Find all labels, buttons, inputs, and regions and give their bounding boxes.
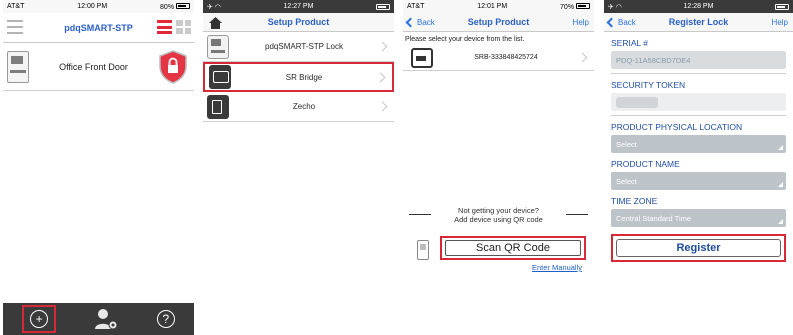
help-button[interactable]: Help	[772, 13, 788, 31]
chevron-right-icon	[375, 72, 386, 82]
status-bar: AT&T 12:01 PM 70%	[403, 0, 594, 13]
product-row-sr-bridge[interactable]: SR Bridge	[203, 62, 394, 92]
back-button[interactable]: Back	[606, 13, 636, 31]
battery-icon	[176, 2, 190, 9]
token-label: SECURITY TOKEN	[611, 80, 686, 90]
add-device-button[interactable]: +	[22, 305, 57, 333]
nav-bar: Setup Product	[203, 13, 394, 32]
device-name: Office Front Door	[59, 61, 128, 72]
chevron-left-icon	[606, 17, 617, 27]
tab-bar: + ?	[3, 303, 194, 335]
zecho-icon	[207, 94, 229, 119]
nav-bar: Back Register Lock Help	[604, 13, 793, 32]
home-icon[interactable]	[209, 17, 222, 29]
battery-icon	[576, 2, 590, 9]
register-highlight: Register	[611, 234, 786, 262]
serial-field[interactable]: PDQ-11A58CBD7DE4	[611, 51, 786, 69]
page-title: Register Lock	[668, 17, 729, 27]
plus-circle-icon: +	[30, 310, 49, 328]
airplane-wifi-icon: ✈ ◠	[207, 3, 221, 11]
page-title: Setup Product	[267, 17, 330, 27]
grid-view-icon[interactable]	[176, 20, 191, 34]
status-bar: ✈ ◠ 12:28 PM	[604, 0, 793, 13]
battery-label: 80%	[160, 2, 190, 11]
device-list-item[interactable]: SRB-333848425724	[403, 45, 594, 71]
chevron-left-icon	[405, 17, 416, 27]
instruction-text: Please select your device from the list.	[405, 36, 525, 43]
security-token-field[interactable]	[611, 93, 786, 111]
scan-qr-button[interactable]: Scan QR Code	[445, 240, 581, 256]
list-view-icon[interactable]	[157, 20, 172, 34]
battery-label: 70%	[560, 2, 590, 11]
timezone-select[interactable]: Central Standard Time	[611, 209, 786, 227]
status-bar: AT&T 12:00 PM 80%	[3, 0, 194, 13]
time-label: 12:28 PM	[683, 3, 714, 10]
serial-label: SERIAL #	[611, 38, 649, 48]
bridge-icon	[411, 47, 433, 68]
lock-icon	[7, 50, 29, 83]
locked-shield-icon[interactable]	[158, 49, 188, 84]
register-button[interactable]: Register	[616, 239, 781, 257]
product-row-zecho[interactable]: Zecho	[203, 92, 394, 122]
battery-icon	[774, 3, 789, 10]
airplane-wifi-icon: ✈ ◠	[608, 3, 622, 11]
product-row-lock[interactable]: pdqSMART-STP Lock	[203, 32, 394, 62]
product-label: SR Bridge	[285, 72, 323, 82]
qr-phone-icon	[417, 240, 429, 260]
register-form: SERIAL # PDQ-11A58CBD7DE4 SECURITY TOKEN…	[604, 38, 793, 262]
timezone-label: TIME ZONE	[611, 196, 658, 206]
device-row[interactable]: Office Front Door	[3, 43, 194, 91]
product-label: Zecho	[292, 102, 316, 111]
product-name-label: PRODUCT NAME	[611, 159, 680, 169]
bridge-icon	[209, 65, 231, 89]
screen-home: AT&T 12:00 PM 80% pdqSMART-STP Office Fr…	[3, 0, 194, 335]
chevron-right-icon	[377, 101, 388, 112]
scan-qr-highlight: Scan QR Code	[440, 236, 586, 260]
carrier-label: AT&T	[7, 3, 25, 10]
question-circle-icon[interactable]: ?	[156, 310, 175, 328]
time-label: 12:00 PM	[77, 3, 108, 10]
nav-bar: pdqSMART-STP	[3, 13, 194, 43]
lock-icon	[207, 34, 229, 59]
divider	[611, 115, 786, 116]
device-id: SRB-333848425724	[474, 54, 538, 61]
carrier-label: AT&T	[407, 3, 425, 10]
product-name-select[interactable]: Select	[611, 172, 786, 190]
not-getting-device-text: Not getting your device? Add device usin…	[454, 206, 543, 224]
page-title: Setup Product	[467, 17, 530, 27]
screen-register-lock: ✈ ◠ 12:28 PM Back Register Lock Help SER…	[604, 0, 793, 335]
location-select[interactable]: Select	[611, 135, 786, 153]
status-bar: ✈ ◠ 12:27 PM	[203, 0, 394, 13]
chevron-right-icon	[577, 52, 588, 63]
menu-icon[interactable]	[7, 20, 23, 34]
back-button[interactable]: Back	[405, 13, 435, 31]
time-label: 12:27 PM	[283, 3, 314, 10]
product-label: pdqSMART-STP Lock	[265, 42, 343, 51]
location-label: PRODUCT PHYSICAL LOCATION	[611, 122, 743, 132]
divider	[611, 73, 786, 74]
battery-icon	[375, 3, 390, 10]
time-label: 12:01 PM	[477, 3, 508, 10]
enter-manually-link[interactable]: Enter Manually	[532, 263, 582, 272]
help-button[interactable]: Help	[573, 13, 589, 31]
screen-setup-product: ✈ ◠ 12:27 PM Setup Product pdqSMART-STP …	[203, 0, 394, 335]
nav-bar: Back Setup Product Help	[403, 13, 594, 32]
user-gear-icon[interactable]	[94, 308, 118, 330]
chevron-right-icon	[377, 41, 388, 52]
screen-select-device: AT&T 12:01 PM 70% Back Setup Product Hel…	[403, 0, 594, 335]
app-title: pdqSMART-STP	[64, 22, 133, 33]
